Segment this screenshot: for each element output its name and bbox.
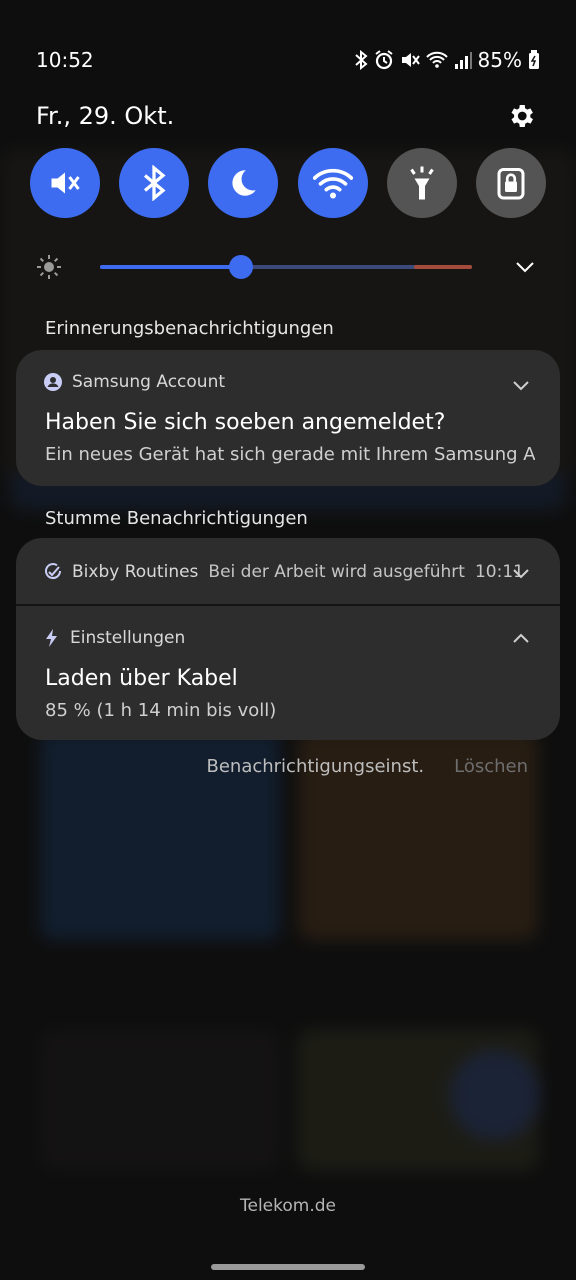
notification-app-name: Samsung Account bbox=[72, 372, 226, 392]
flashlight-icon bbox=[410, 166, 434, 200]
qs-flashlight-toggle[interactable] bbox=[386, 148, 457, 218]
brightness-fill bbox=[100, 265, 242, 269]
notification-settings-button[interactable]: Benachrichtigungseinst. bbox=[206, 756, 424, 777]
notification-bixby-routines[interactable]: Bixby Routines Bei der Arbeit wird ausge… bbox=[16, 538, 560, 604]
mute-icon bbox=[51, 172, 80, 194]
battery-level: 85% bbox=[477, 48, 522, 72]
routine-check-icon bbox=[45, 563, 62, 580]
qs-night-mode-toggle[interactable] bbox=[208, 148, 279, 218]
qs-bluetooth-toggle[interactable] bbox=[119, 148, 190, 218]
chevron-down-icon[interactable] bbox=[512, 564, 530, 582]
clock: 10:52 bbox=[36, 48, 94, 72]
mute-icon bbox=[401, 53, 420, 67]
sun-icon bbox=[37, 255, 61, 279]
clear-all-button[interactable]: Löschen bbox=[454, 756, 528, 777]
carrier-label: Telekom.de bbox=[240, 1196, 336, 1216]
notification-inline-text: Bei der Arbeit wird ausgeführt bbox=[208, 562, 465, 582]
header: Fr., 29. Okt. bbox=[36, 96, 536, 136]
section-silent-label: Stumme Benachrichtigungen bbox=[45, 508, 308, 529]
status-bar: 10:52 85% bbox=[36, 44, 540, 76]
chevron-up-icon[interactable] bbox=[512, 630, 530, 648]
battery-icon bbox=[529, 50, 539, 69]
quick-settings bbox=[30, 148, 546, 218]
chevron-down-icon[interactable] bbox=[514, 256, 536, 278]
chevron-down-icon[interactable] bbox=[512, 376, 530, 394]
notification-body: Ein neues Gerät hat sich gerade mit Ihre… bbox=[45, 444, 535, 465]
qs-mute-toggle[interactable] bbox=[30, 148, 100, 218]
brightness-thumb[interactable] bbox=[229, 255, 254, 279]
notification-header: Einstellungen bbox=[44, 628, 185, 648]
notification-body: 85 % (1 h 14 min bis voll) bbox=[45, 700, 277, 721]
moon-icon bbox=[232, 170, 257, 196]
notification-einstellungen[interactable]: Einstellungen Laden über Kabel 85 % (1 h… bbox=[16, 606, 560, 740]
notification-title: Haben Sie sich soeben angemeldet? bbox=[45, 410, 446, 435]
lock-icon bbox=[497, 168, 525, 200]
notification-samsung-account[interactable]: Samsung Account Haben Sie sich soeben an… bbox=[16, 350, 560, 486]
status-icons: 85% bbox=[354, 48, 540, 72]
notification-group-silent: Bixby Routines Bei der Arbeit wird ausge… bbox=[16, 538, 560, 740]
wifi-icon bbox=[425, 51, 448, 68]
notification-app-name: Einstellungen bbox=[70, 628, 186, 648]
qs-secure-folder-toggle[interactable] bbox=[475, 148, 546, 218]
lightning-icon bbox=[46, 629, 57, 647]
notification-header: Bixby Routines Bei der Arbeit wird ausge… bbox=[44, 562, 524, 582]
navigation-handle[interactable] bbox=[211, 1264, 365, 1270]
section-reminders-label: Erinnerungsbenachrichtigungen bbox=[45, 318, 334, 339]
wifi-icon bbox=[312, 168, 353, 199]
bluetooth-icon bbox=[144, 165, 166, 201]
brightness-warning-range bbox=[414, 265, 472, 269]
alarm-icon bbox=[374, 50, 393, 70]
account-icon bbox=[44, 373, 62, 391]
notification-header: Samsung Account bbox=[44, 372, 225, 392]
notification-actions: Benachrichtigungseinst. Löschen bbox=[206, 756, 528, 777]
qs-wifi-toggle[interactable] bbox=[297, 148, 368, 218]
signal-icon bbox=[454, 52, 472, 69]
bluetooth-icon bbox=[354, 50, 368, 70]
notification-title: Laden über Kabel bbox=[45, 666, 238, 691]
brightness-slider[interactable] bbox=[100, 255, 472, 279]
date: Fr., 29. Okt. bbox=[36, 102, 175, 130]
gear-icon[interactable] bbox=[506, 101, 536, 131]
brightness-row bbox=[36, 250, 540, 284]
notification-app-name: Bixby Routines bbox=[72, 562, 199, 582]
